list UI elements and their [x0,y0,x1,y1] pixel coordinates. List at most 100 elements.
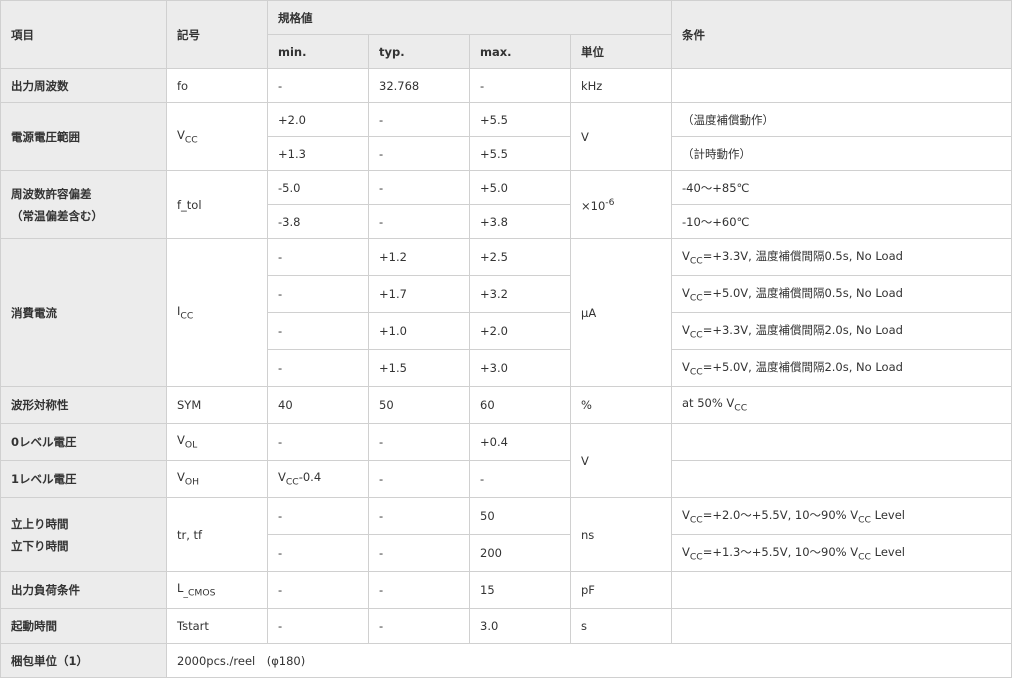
max-cell: 3.0 [469,608,571,644]
condition-cell: at 50% VCC [671,386,1012,424]
table-row-ftol-1: 周波数許容偏差 （常温偏差含む） f_tol -5.0 - +5.0 ×10-6 … [0,170,1012,239]
condition-cell [671,460,1012,498]
table-row-trtf-1: 立上り時間 立下り時間 tr, tf - - 50 ns VCC=+2.0～+5.… [0,497,1012,572]
max-cell: +5.0 [469,170,571,205]
symbol-cell: fo [166,68,268,103]
unit-cell: ns [570,497,672,572]
symbol-cell: VCC [166,102,268,171]
max-cell: +0.4 [469,423,571,461]
unit-cell: V [570,423,672,498]
min-cell: VCC-0.4 [267,460,369,498]
typ-cell: - [368,170,470,205]
typ-cell: - [368,460,470,498]
min-cell: - [267,608,369,644]
min-cell: - [267,349,369,387]
header-symbol: 記号 [166,0,268,69]
typ-cell: - [368,423,470,461]
max-cell: +5.5 [469,136,571,171]
typ-cell: +1.0 [368,312,470,350]
max-cell: 15 [469,571,571,609]
max-cell: +3.2 [469,275,571,313]
row-label: 電源電圧範囲 [0,102,167,171]
header-typ: typ. [368,34,470,69]
condition-cell: VCC=+5.0V, 温度補償間隔2.0s, No Load [671,349,1012,387]
row-label: 梱包単位（1） [0,643,167,678]
table-row-fo: 出力周波数 fo - 32.768 - kHz [0,68,1012,103]
row-label: 周波数許容偏差 （常温偏差含む） [0,170,167,239]
condition-cell [671,571,1012,609]
table-row-load: 出力負荷条件 L_CMOS - - 15 pF [0,571,1012,609]
condition-cell: VCC=+1.3～+5.5V, 10～90% VCC Level [671,534,1012,572]
row-label: 立上り時間 立下り時間 [0,497,167,572]
symbol-cell: L_CMOS [166,571,268,609]
packing-value: 2000pcs./reel (φ180) [166,643,1012,678]
condition-cell: （温度補償動作） [671,102,1012,137]
typ-cell: - [368,136,470,171]
max-cell: - [469,460,571,498]
condition-cell: VCC=+3.3V, 温度補償間隔0.5s, No Load [671,238,1012,276]
unit-cell: s [570,608,672,644]
typ-cell: - [368,497,470,535]
table-row-voh: 1レベル電圧 VOH VCC-0.4 - - [0,460,1012,498]
max-cell: +2.5 [469,238,571,276]
header-condition: 条件 [671,0,1012,69]
max-cell: +2.0 [469,312,571,350]
condition-cell: VCC=+3.3V, 温度補償間隔2.0s, No Load [671,312,1012,350]
row-label: 出力負荷条件 [0,571,167,609]
condition-cell: VCC=+2.0～+5.5V, 10～90% VCC Level [671,497,1012,535]
unit-cell: kHz [570,68,672,103]
min-cell: -3.8 [267,204,369,239]
header-unit: 単位 [570,34,672,69]
header-spec-group: 規格値 [267,0,672,35]
symbol-cell: VOH [166,460,268,498]
min-cell: - [267,312,369,350]
table-row-sym: 波形対称性 SYM 40 50 60 % at 50% VCC [0,386,1012,424]
max-cell: 200 [469,534,571,572]
min-cell: - [267,423,369,461]
max-cell: +3.8 [469,204,571,239]
symbol-cell: Tstart [166,608,268,644]
row-label: 消費電流 [0,238,167,387]
condition-cell: （計時動作） [671,136,1012,171]
min-cell: - [267,238,369,276]
condition-cell: -10～+60℃ [671,204,1012,239]
symbol-cell: SYM [166,386,268,424]
max-cell: +5.5 [469,102,571,137]
max-cell: +3.0 [469,349,571,387]
typ-cell: - [368,204,470,239]
table-row-pack: 梱包単位（1） 2000pcs./reel (φ180) [0,643,1012,678]
typ-cell: +1.7 [368,275,470,313]
min-cell: 40 [267,386,369,424]
min-cell: +1.3 [267,136,369,171]
spec-table: 項目 記号 規格値 条件 min. typ. max. 単位 出力周波数 fo … [0,0,1012,678]
row-label: 出力周波数 [0,68,167,103]
typ-cell: - [368,102,470,137]
symbol-cell: VOL [166,423,268,461]
min-cell: -5.0 [267,170,369,205]
table-row-vcc-1: 電源電圧範囲 VCC +2.0 - +5.5 V （温度補償動作） [0,102,1012,171]
typ-cell: +1.2 [368,238,470,276]
typ-cell: - [368,534,470,572]
max-cell: 60 [469,386,571,424]
min-cell: - [267,68,369,103]
min-cell: - [267,534,369,572]
symbol-cell: f_tol [166,170,268,239]
typ-cell: 50 [368,386,470,424]
table-row-vol: 0レベル電圧 VOL - - +0.4 V [0,423,1012,498]
condition-cell [671,68,1012,103]
row-label: 波形対称性 [0,386,167,424]
unit-cell: μA [570,238,672,387]
min-cell: +2.0 [267,102,369,137]
condition-cell [671,608,1012,644]
row-label: 1レベル電圧 [0,460,167,498]
unit-cell: % [570,386,672,424]
table-row-icc-1: 消費電流 ICC - +1.2 +2.5 μA VCC=+3.3V, 温度補償間… [0,238,1012,387]
max-cell: - [469,68,571,103]
header-max: max. [469,34,571,69]
min-cell: - [267,275,369,313]
typ-cell: 32.768 [368,68,470,103]
header-min: min. [267,34,369,69]
symbol-cell: ICC [166,238,268,387]
unit-cell: pF [570,571,672,609]
unit-cell: V [570,102,672,171]
